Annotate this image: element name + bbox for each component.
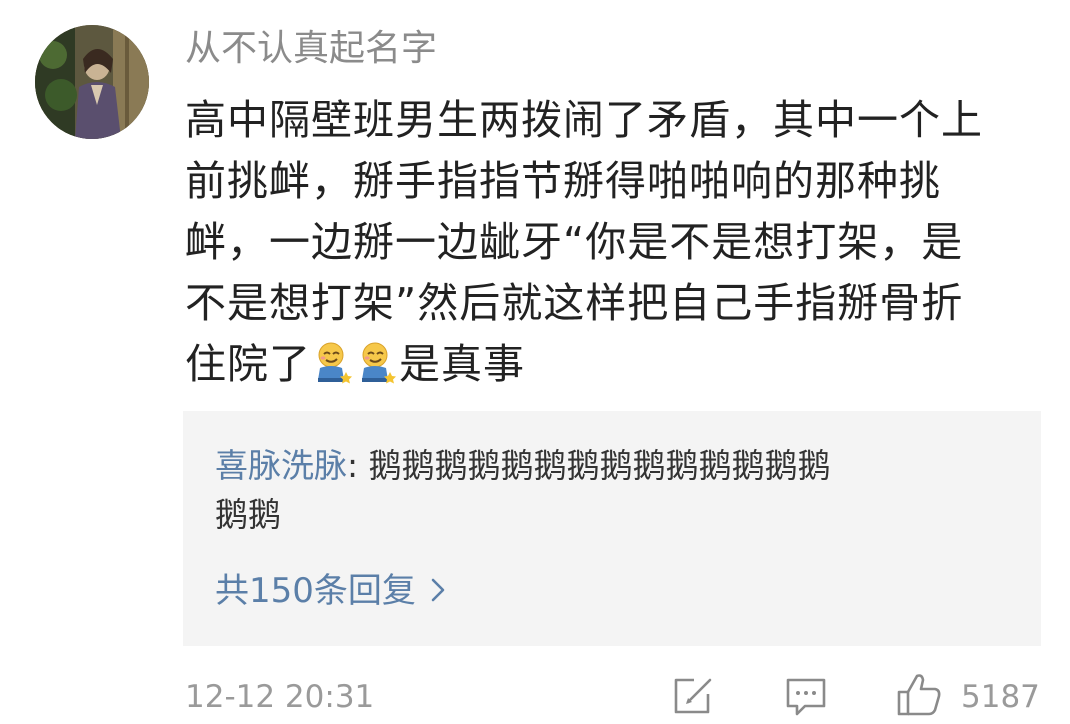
comment-line: 不是想打架”然后就这样把自己手指掰骨折 [185, 279, 964, 327]
reply-preview[interactable]: 喜脉洗脉: 鹅鹅鹅鹅鹅鹅鹅鹅鹅鹅鹅鹅鹅鹅 鹅鹅 共150条回复 [183, 411, 1041, 646]
comment-button[interactable] [785, 676, 827, 722]
reply-separator: : [347, 446, 369, 485]
reply-line: 喜脉洗脉: 鹅鹅鹅鹅鹅鹅鹅鹅鹅鹅鹅鹅鹅鹅 [215, 441, 1015, 490]
more-replies-link[interactable]: 共150条回复 [215, 567, 446, 617]
comment-line: 衅，一边掰一边龇牙“你是不是想打架，是 [185, 218, 964, 266]
reply-body: 鹅鹅鹅鹅鹅鹅鹅鹅鹅鹅鹅鹅鹅鹅 [368, 446, 831, 485]
comment-text-end: 是真事 [399, 340, 525, 388]
comment-text-start: 住院了 [185, 340, 311, 388]
comment-line: 高中隔壁班男生两拨闹了矛盾，其中一个上 [185, 96, 983, 144]
timestamp: 12-12 20:31 [185, 679, 375, 715]
like-button[interactable] [895, 670, 943, 722]
avatar[interactable] [35, 25, 149, 139]
reply-text: 喜脉洗脉: 鹅鹅鹅鹅鹅鹅鹅鹅鹅鹅鹅鹅鹅鹅 鹅鹅 [215, 441, 1015, 539]
like-count: 5187 [961, 679, 1040, 715]
reply-line: 鹅鹅 [215, 495, 281, 534]
username[interactable]: 从不认真起名字 [185, 24, 437, 74]
reply-author[interactable]: 喜脉洗脉 [215, 446, 347, 485]
sly-grin-emoji-icon [358, 340, 396, 401]
more-replies-label: 共150条回复 [215, 571, 416, 611]
comment-text: 高中隔壁班男生两拨闹了矛盾，其中一个上 前挑衅，掰手指指节掰得啪啪响的那种挑 衅… [185, 90, 1045, 401]
share-edit-icon [674, 678, 712, 714]
comment-footer: 12-12 20:31 5187 [185, 672, 1045, 722]
comment-line-last: 住院了 是真事 [185, 334, 1045, 401]
avatar-image [35, 25, 149, 139]
like-icon [897, 674, 941, 716]
comment-line: 前挑衅，掰手指指节掰得啪啪响的那种挑 [185, 157, 941, 205]
comment-icon [786, 678, 826, 716]
share-edit-button[interactable] [672, 676, 714, 720]
sly-grin-emoji-icon [314, 340, 352, 401]
chevron-right-icon [430, 569, 446, 617]
